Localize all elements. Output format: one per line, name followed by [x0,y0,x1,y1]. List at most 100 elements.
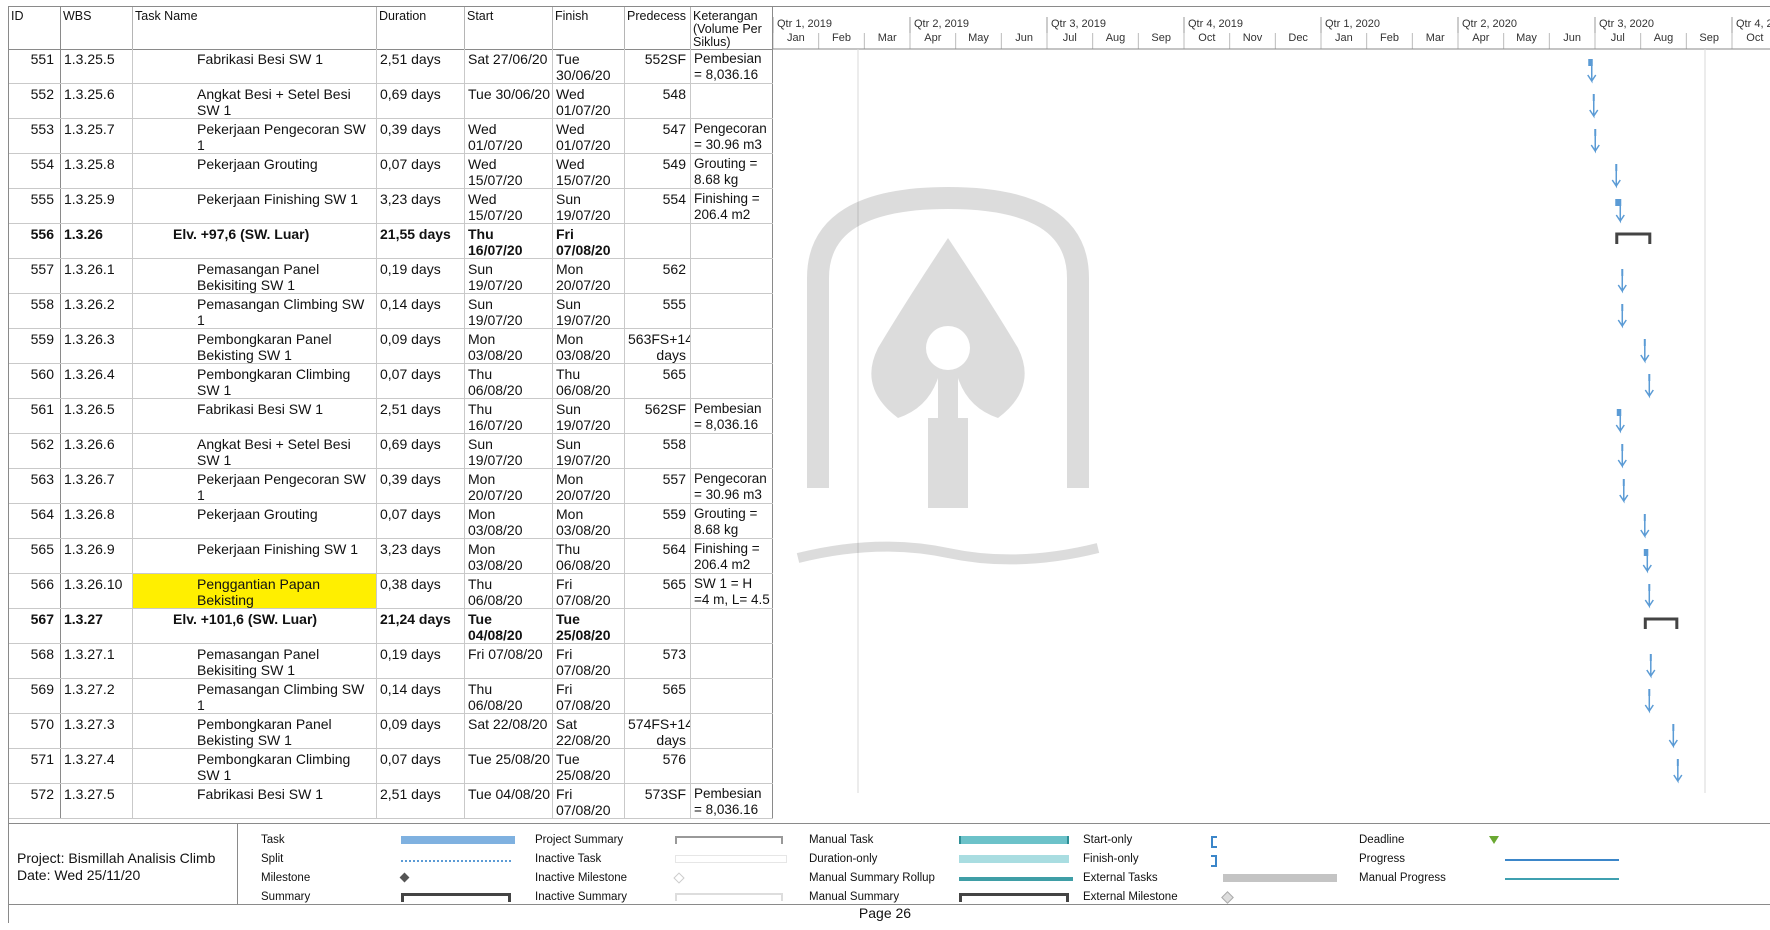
table-row[interactable]: 571 1.3.27.4 Pembongkaran Climbing SW 1 0,0… [9,749,773,784]
row-task-name: Pekerjaan Grouting [133,154,377,188]
row-id: 559 [9,329,61,363]
month-label: Sep [1151,32,1171,44]
table-row[interactable]: 561 1.3.26.5 Fabrikasi Besi SW 1 2,51 days T… [9,399,773,434]
row-start: Thu 16/07/20 [465,224,553,258]
row-finish: Fri 07/08/20 [553,574,625,608]
legend-label: Project Summary [535,834,624,846]
row-predecessors: 549 [625,154,691,188]
task-bar [1621,304,1624,311]
row-predecessors [625,224,691,258]
header-id: ID [9,7,61,49]
row-finish: Fri 07/08/20 [553,224,625,258]
table-row[interactable]: 555 1.3.25.9 Pekerjaan Finishing SW 1 3,23 … [9,189,773,224]
row-duration: 0,09 days [377,329,465,363]
table-row[interactable]: 560 1.3.26.4 Pembongkaran Climbing SW 1 0,0… [9,364,773,399]
progress-icon [1505,859,1619,861]
row-wbs: 1.3.25.7 [61,119,133,153]
legend-label: Task [261,834,285,846]
row-finish: Fri 07/08/20 [553,679,625,713]
row-duration: 21,24 days [377,609,465,643]
row-finish: Fri 07/08/20 [553,644,625,678]
table-row[interactable]: 552 1.3.25.6 Angkat Besi + Setel Besi SW 1… [9,84,773,119]
row-finish: Mon 20/07/20 [553,259,625,293]
table-row[interactable]: 570 1.3.27.3 Pembongkaran Panel Bekisting … [9,714,773,749]
row-duration: 0,07 days [377,154,465,188]
row-id: 556 [9,224,61,258]
row-task-name: Elv. +101,6 (SW. Luar) [133,609,377,643]
table-row[interactable]: 566 1.3.26.10 Penggantian Papan Bekisting 0… [9,574,773,609]
row-predecessors: 555 [625,294,691,328]
row-wbs: 1.3.26.4 [61,364,133,398]
table-row[interactable]: 558 1.3.26.2 Pemasangan Climbing SW 1 0,14 … [9,294,773,329]
legend-divider [237,824,238,904]
row-wbs: 1.3.26.8 [61,504,133,538]
row-duration: 0,07 days [377,364,465,398]
row-predecessors: 558 [625,434,691,468]
row-id: 552 [9,84,61,118]
table-row[interactable]: 562 1.3.26.6 Angkat Besi + Setel Besi SW 1… [9,434,773,469]
row-finish: Wed 01/07/20 [553,84,625,118]
row-task-name: Pemasangan Panel Bekisiting SW 1 [133,644,377,678]
table-row[interactable]: 559 1.3.26.3 Pembongkaran Panel Bekisting … [9,329,773,364]
table-row[interactable]: 556 1.3.26 Elv. +97,6 (SW. Luar) 21,55 days… [9,224,773,259]
row-start: Sun 19/07/20 [465,434,553,468]
table-row[interactable]: 572 1.3.27.5 Fabrikasi Besi SW 1 2,51 days T… [9,784,773,819]
table-row[interactable]: 554 1.3.25.8 Pekerjaan Grouting 0,07 days We… [9,154,773,189]
table-row[interactable]: 568 1.3.27.1 Pemasangan Panel Bekisiting S… [9,644,773,679]
legend-label: Progress [1359,853,1406,865]
row-finish: Wed 15/07/20 [553,154,625,188]
manual-task-icon [959,836,1069,844]
dependency-arrow [1617,451,1627,469]
row-duration: 2,51 days [377,49,465,83]
month-label: Oct [1746,32,1763,44]
month-label: May [1516,32,1537,44]
quarter-label: Qtr 2, 2020 [1462,18,1517,30]
row-duration: 0,38 days [377,574,465,608]
month-label: Jan [787,32,805,44]
table-row[interactable]: 553 1.3.25.7 Pekerjaan Pengecoran SW 1 0,39… [9,119,773,154]
row-duration: 0,14 days [377,679,465,713]
row-task-name: Fabrikasi Besi SW 1 [133,784,377,818]
row-task-name: Pekerjaan Pengecoran SW 1 [133,469,377,503]
row-wbs: 1.3.27.1 [61,644,133,678]
row-duration: 0,19 days [377,644,465,678]
header-wbs: WBS [61,7,133,49]
row-keterangan [691,644,773,678]
table-row[interactable]: 557 1.3.26.1 Pemasangan Panel Bekisiting S… [9,259,773,294]
row-keterangan [691,364,773,398]
table-row[interactable]: 564 1.3.26.8 Pekerjaan Grouting 0,07 days Mo… [9,504,773,539]
dependency-arrow [1644,696,1654,714]
legend-label: Inactive Milestone [535,872,628,884]
table-row[interactable]: 551 1.3.25.5 Fabrikasi Besi SW 1 2,51 days S… [9,49,773,84]
row-keterangan: Pembesian = 8,036.16 [691,49,773,83]
table-row[interactable]: 569 1.3.27.2 Pemasangan Climbing SW 1 0,14 … [9,679,773,714]
row-finish: Thu 06/08/20 [553,539,625,573]
table-row[interactable]: 565 1.3.26.9 Pekerjaan Finishing SW 1 3,23 … [9,539,773,574]
month-label: Apr [1472,32,1489,44]
row-start: Wed 15/07/20 [465,189,553,223]
header-finish: Finish [553,7,625,49]
row-start: Sat 27/06/20 [465,49,553,83]
table-row[interactable]: 567 1.3.27 Elv. +101,6 (SW. Luar) 21,24 day… [9,609,773,644]
dependency-arrow [1617,311,1627,329]
month-label: Aug [1654,32,1674,44]
row-start: Thu 06/08/20 [465,679,553,713]
row-start: Mon 03/08/20 [465,504,553,538]
task-bar [1643,514,1646,521]
deadline-icon [1489,836,1499,844]
month-label: Mar [1426,32,1445,44]
row-keterangan: Finishing = 206.4 m2 [691,189,773,223]
row-wbs: 1.3.27.3 [61,714,133,748]
row-predecessors: 564 [625,539,691,573]
row-finish: Sun 19/07/20 [553,294,625,328]
row-id: 571 [9,749,61,783]
month-label: Jul [1063,32,1077,44]
dependency-arrow [1668,731,1678,749]
row-id: 564 [9,504,61,538]
project-summary-icon [675,836,783,844]
header-duration: Duration [377,7,465,49]
row-id: 567 [9,609,61,643]
row-keterangan [691,84,773,118]
table-row[interactable]: 563 1.3.26.7 Pekerjaan Pengecoran SW 1 0,39… [9,469,773,504]
row-wbs: 1.3.26.1 [61,259,133,293]
